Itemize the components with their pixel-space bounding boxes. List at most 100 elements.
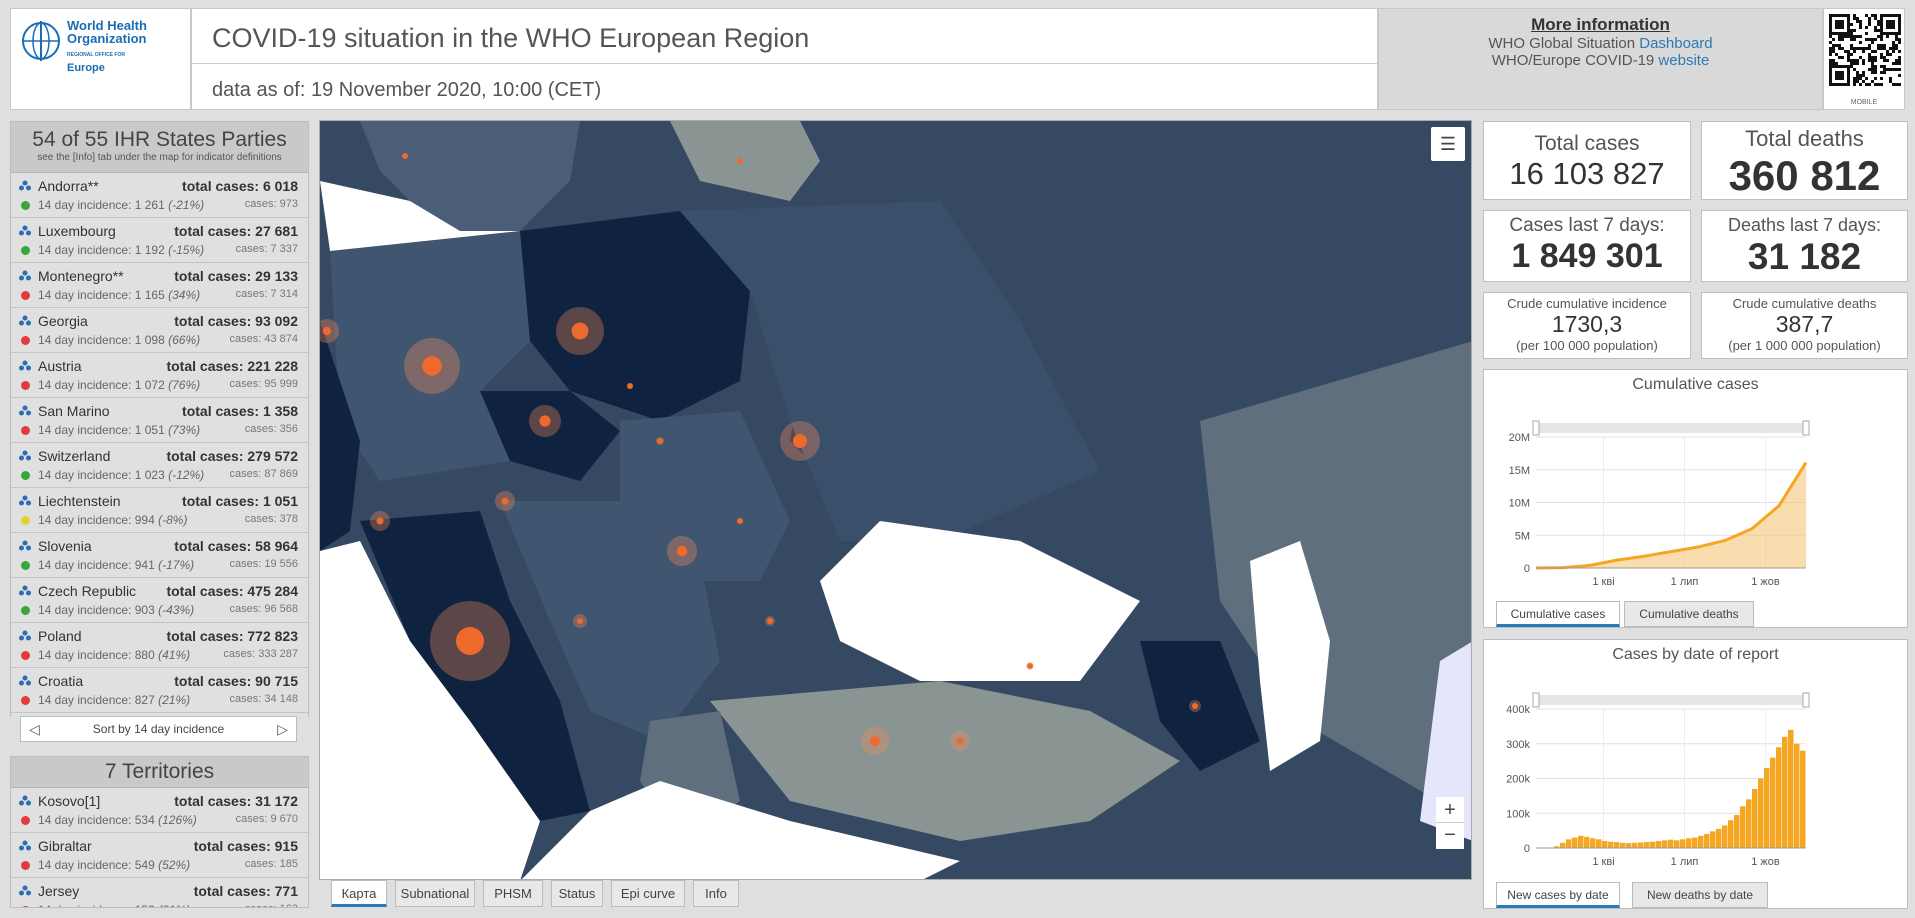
bar[interactable] xyxy=(1668,839,1674,848)
map-bubble-core[interactable] xyxy=(737,518,743,524)
bar[interactable] xyxy=(1584,836,1590,848)
range-slider-right-handle[interactable] xyxy=(1802,692,1810,708)
bar[interactable] xyxy=(1716,828,1722,848)
sort-next-icon[interactable]: ▷ xyxy=(277,717,288,741)
qr-code[interactable]: MOBILE xyxy=(1823,8,1905,110)
tab-status[interactable]: Status xyxy=(551,880,603,907)
bar[interactable] xyxy=(1632,842,1638,848)
bar[interactable] xyxy=(1788,729,1794,848)
bar[interactable] xyxy=(1734,814,1740,848)
bar[interactable] xyxy=(1728,820,1734,848)
bar[interactable] xyxy=(1782,736,1788,848)
map-bubble-core[interactable] xyxy=(956,737,964,745)
tab-cumulative-deaths[interactable]: Cumulative deaths xyxy=(1624,601,1754,627)
bar[interactable] xyxy=(1776,747,1782,848)
country-row[interactable]: Luxembourg total cases: 27 681 14 day inci… xyxy=(11,218,308,263)
bar[interactable] xyxy=(1650,841,1656,848)
country-row[interactable]: Czech Republic total cases: 475 284 14 day… xyxy=(11,578,308,623)
bar[interactable] xyxy=(1722,825,1728,848)
bar[interactable] xyxy=(1674,840,1680,848)
chart2-svg[interactable]: 400k 300k 200k 100k 0 1 кві 1 лип 1 жов xyxy=(1484,640,1909,910)
bar[interactable] xyxy=(1578,835,1584,848)
bar[interactable] xyxy=(1572,837,1578,848)
map-bubble-core[interactable] xyxy=(870,736,880,746)
map-bubble-core[interactable] xyxy=(376,517,384,525)
map-bubble-core[interactable] xyxy=(456,627,484,655)
country-row[interactable]: Slovenia total cases: 58 964 14 day incide… xyxy=(11,533,308,578)
map-bubble-core[interactable] xyxy=(793,434,807,448)
tab-new-deaths-by-date[interactable]: New deaths by date xyxy=(1632,882,1768,908)
dashboard-link[interactable]: Dashboard xyxy=(1639,35,1712,52)
tab-karta[interactable]: Карта xyxy=(331,880,387,907)
states-list[interactable]: Andorra** total cases: 6 018 14 day incide… xyxy=(11,173,308,717)
bar[interactable] xyxy=(1686,838,1692,848)
map-bubble-core[interactable] xyxy=(737,158,743,164)
range-slider-left-handle[interactable] xyxy=(1532,420,1540,436)
map-bubble-core[interactable] xyxy=(1192,703,1198,709)
range-slider-left-handle[interactable] xyxy=(1532,692,1540,708)
bar[interactable] xyxy=(1638,842,1644,848)
bar[interactable] xyxy=(1608,841,1614,848)
bar[interactable] xyxy=(1602,841,1608,848)
country-row[interactable]: Georgia total cases: 93 092 14 day inciden… xyxy=(11,308,308,353)
country-row[interactable]: Kosovo[1] total cases: 31 172 14 day incid… xyxy=(11,788,308,833)
country-row[interactable]: Andorra** total cases: 6 018 14 day incide… xyxy=(11,173,308,218)
bar[interactable] xyxy=(1704,834,1710,848)
map-bubble-core[interactable] xyxy=(627,383,633,389)
bar[interactable] xyxy=(1740,806,1746,848)
country-row[interactable]: Switzerland total cases: 279 572 14 day in… xyxy=(11,443,308,488)
range-slider[interactable] xyxy=(1536,695,1806,705)
bar[interactable] xyxy=(1758,778,1764,849)
map-bubble-core[interactable] xyxy=(402,153,408,159)
tab-epi-curve[interactable]: Epi curve xyxy=(611,880,685,907)
map-bubble-core[interactable] xyxy=(539,415,551,427)
map-region-turkey[interactable] xyxy=(710,681,1180,841)
sort-selector[interactable]: ◁ Sort by 14 day incidence ▷ xyxy=(20,716,297,742)
tab-new-cases-by-date[interactable]: New cases by date xyxy=(1496,882,1620,908)
country-row[interactable]: Poland total cases: 772 823 14 day inciden… xyxy=(11,623,308,668)
map-canvas[interactable] xyxy=(320,121,1472,880)
bar[interactable] xyxy=(1770,757,1776,848)
bar[interactable] xyxy=(1764,768,1770,848)
europe-map[interactable] xyxy=(319,120,1472,880)
map-bubble-core[interactable] xyxy=(422,356,442,376)
country-row[interactable]: Croatia total cases: 90 715 14 day inciden… xyxy=(11,668,308,713)
map-region-finland[interactable] xyxy=(670,121,820,201)
bar[interactable] xyxy=(1560,842,1566,848)
bar[interactable] xyxy=(1800,750,1806,848)
map-bubble-core[interactable] xyxy=(767,618,773,624)
bar[interactable] xyxy=(1794,743,1800,848)
bar[interactable] xyxy=(1566,839,1572,848)
tab-info[interactable]: Info xyxy=(693,880,739,907)
tab-subnational[interactable]: Subnational xyxy=(395,880,475,907)
bar[interactable] xyxy=(1710,831,1716,848)
map-bubble-core[interactable] xyxy=(657,438,663,444)
map-bubble-core[interactable] xyxy=(676,545,688,557)
bar[interactable] xyxy=(1662,840,1668,848)
bar[interactable] xyxy=(1614,842,1620,848)
map-bubble-core[interactable] xyxy=(1027,663,1033,669)
bar[interactable] xyxy=(1698,835,1704,848)
bar[interactable] xyxy=(1590,838,1596,848)
bar[interactable] xyxy=(1752,788,1758,848)
country-row[interactable]: Austria total cases: 221 228 14 day incide… xyxy=(11,353,308,398)
country-row[interactable]: San Marino total cases: 1 358 14 day incid… xyxy=(11,398,308,443)
website-link[interactable]: website xyxy=(1658,52,1709,69)
bar[interactable] xyxy=(1644,842,1650,848)
range-slider[interactable] xyxy=(1536,423,1806,433)
map-bubble-core[interactable] xyxy=(322,326,332,336)
country-row[interactable]: Liechtenstein total cases: 1 051 14 day in… xyxy=(11,488,308,533)
bar[interactable] xyxy=(1656,841,1662,848)
bar[interactable] xyxy=(1746,799,1752,848)
bar[interactable] xyxy=(1620,842,1626,848)
range-slider-right-handle[interactable] xyxy=(1802,420,1810,436)
map-bubble-core[interactable] xyxy=(501,497,509,505)
bar[interactable] xyxy=(1626,843,1632,848)
bar[interactable] xyxy=(1692,837,1698,848)
zoom-in-button[interactable]: + xyxy=(1436,797,1464,823)
chart1-svg[interactable]: 20M 15M 10M 5M 0 1 кві 1 лип 1 жов xyxy=(1484,370,1909,629)
country-row[interactable]: Jersey total cases: 77114 day incidence: … xyxy=(11,878,308,907)
bar[interactable] xyxy=(1596,839,1602,848)
country-row[interactable]: Montenegro** total cases: 29 133 14 day in… xyxy=(11,263,308,308)
map-bubble-core[interactable] xyxy=(577,618,583,624)
